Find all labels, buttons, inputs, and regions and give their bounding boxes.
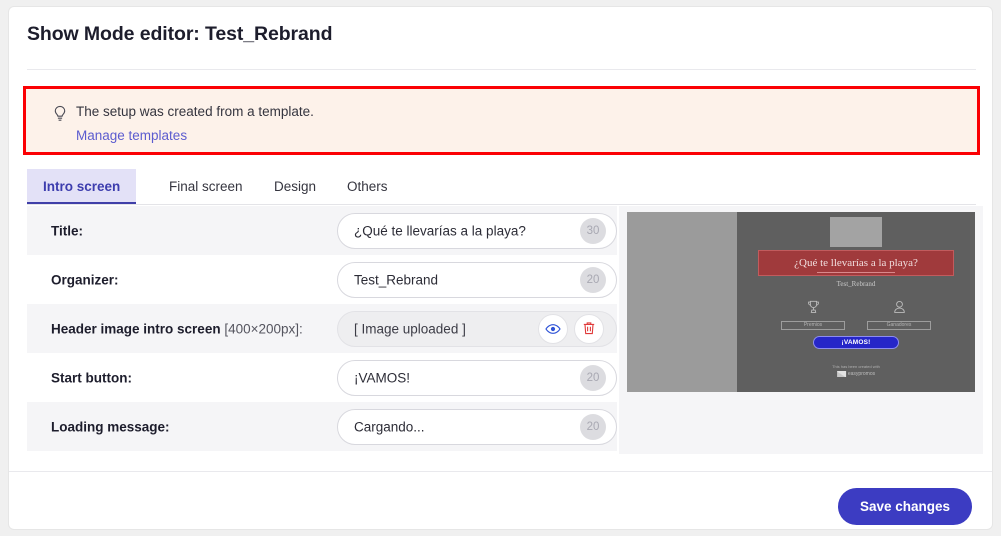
- organizer-counter: 20: [580, 266, 606, 293]
- preview-stage: ¿Qué te llevarías a la playa? Test_Rebra…: [737, 212, 975, 392]
- preview-mockup: ¿Qué te llevarías a la playa? Test_Rebra…: [627, 212, 975, 392]
- preview-footer-logo: easypromos: [836, 371, 876, 377]
- alert-message: The setup was created from a template.: [76, 104, 314, 119]
- eye-icon[interactable]: [538, 313, 568, 344]
- organizer-input[interactable]: Test_Rebrand 20: [337, 261, 617, 298]
- preview-chip-prizes: Premios: [780, 300, 846, 330]
- lightbulb-icon: [52, 105, 68, 123]
- preview-title-underline: [817, 272, 895, 273]
- preview-footer: This has been created with easypromos: [832, 364, 880, 377]
- preview-title: ¿Qué te llevarías a la playa?: [794, 257, 918, 269]
- preview-organizer: Test_Rebrand: [836, 280, 876, 288]
- template-alert: The setup was created from a template. M…: [26, 89, 977, 152]
- preview-start-button: ¡VAMOS!: [813, 336, 899, 349]
- tab-intro-screen[interactable]: Intro screen: [27, 169, 137, 205]
- title-counter: 30: [580, 217, 606, 244]
- template-alert-highlight: The setup was created from a template. M…: [23, 86, 980, 155]
- preview-footer-brand: easypromos: [847, 371, 876, 377]
- tab-others[interactable]: Others: [331, 169, 404, 205]
- start-button-input[interactable]: ¡VAMOS! 20: [337, 359, 617, 396]
- header-image-label: Header image intro screen: [51, 321, 221, 336]
- preview-chip-winners: Ganadores: [866, 300, 932, 330]
- intro-screen-form: Title: ¿Qué te llevarías a la playa? 30 …: [27, 206, 617, 451]
- header-divider: [27, 69, 976, 70]
- header-image-status: [ Image uploaded ]: [354, 321, 466, 336]
- field-label: Start button:: [51, 370, 132, 385]
- field-label: Loading message:: [51, 419, 170, 434]
- save-changes-button[interactable]: Save changes: [837, 488, 972, 525]
- brand-mark-icon: [836, 371, 846, 377]
- start-button-counter: 20: [580, 364, 606, 391]
- editor-tabs: Intro screen Final screen Design Others: [27, 169, 976, 205]
- loading-message-counter: 20: [580, 413, 606, 440]
- person-icon: [893, 300, 906, 319]
- organizer-value: Test_Rebrand: [354, 272, 439, 287]
- preview-footer-text: This has been created with: [832, 364, 880, 369]
- tabs-underline: [27, 204, 976, 205]
- start-button-value: ¡VAMOS!: [354, 370, 411, 385]
- field-label: Header image intro screen [400×200px]:: [51, 321, 303, 336]
- preview-chips: Premios Ganadores: [780, 300, 932, 330]
- tab-final-screen[interactable]: Final screen: [153, 169, 259, 205]
- form-row-title: Title: ¿Qué te llevarías a la playa? 30: [27, 206, 617, 255]
- show-mode-editor-modal: Show Mode editor: Test_Rebrand The setup…: [8, 6, 993, 530]
- title-input[interactable]: ¿Qué te llevarías a la playa? 30: [337, 212, 617, 249]
- footer-divider: [9, 471, 992, 472]
- preview-chip-label: Ganadores: [867, 321, 931, 330]
- form-row-organizer: Organizer: Test_Rebrand 20: [27, 255, 617, 304]
- page-title: Show Mode editor: Test_Rebrand: [27, 23, 333, 45]
- field-label: Organizer:: [51, 272, 119, 287]
- form-row-loading-message: Loading message: Cargando... 20: [27, 402, 617, 451]
- trophy-icon: [807, 300, 820, 319]
- preview-header-image: [830, 217, 882, 247]
- preview-chip-label: Premios: [781, 321, 845, 330]
- tab-design[interactable]: Design: [258, 169, 332, 205]
- header-image-field[interactable]: [ Image uploaded ]: [337, 310, 617, 347]
- intro-screen-preview: ¿Qué te llevarías a la playa? Test_Rebra…: [619, 206, 983, 454]
- form-row-start-button: Start button: ¡VAMOS! 20: [27, 353, 617, 402]
- header-image-dimension: [400×200px]:: [224, 321, 303, 336]
- field-label: Title:: [51, 223, 84, 238]
- loading-message-input[interactable]: Cargando... 20: [337, 408, 617, 445]
- preview-title-banner: ¿Qué te llevarías a la playa?: [758, 250, 954, 276]
- loading-message-value: Cargando...: [354, 419, 425, 434]
- form-row-header-image: Header image intro screen [400×200px]: […: [27, 304, 617, 353]
- trash-icon[interactable]: [574, 313, 604, 344]
- title-value: ¿Qué te llevarías a la playa?: [354, 223, 526, 238]
- manage-templates-link[interactable]: Manage templates: [76, 128, 187, 143]
